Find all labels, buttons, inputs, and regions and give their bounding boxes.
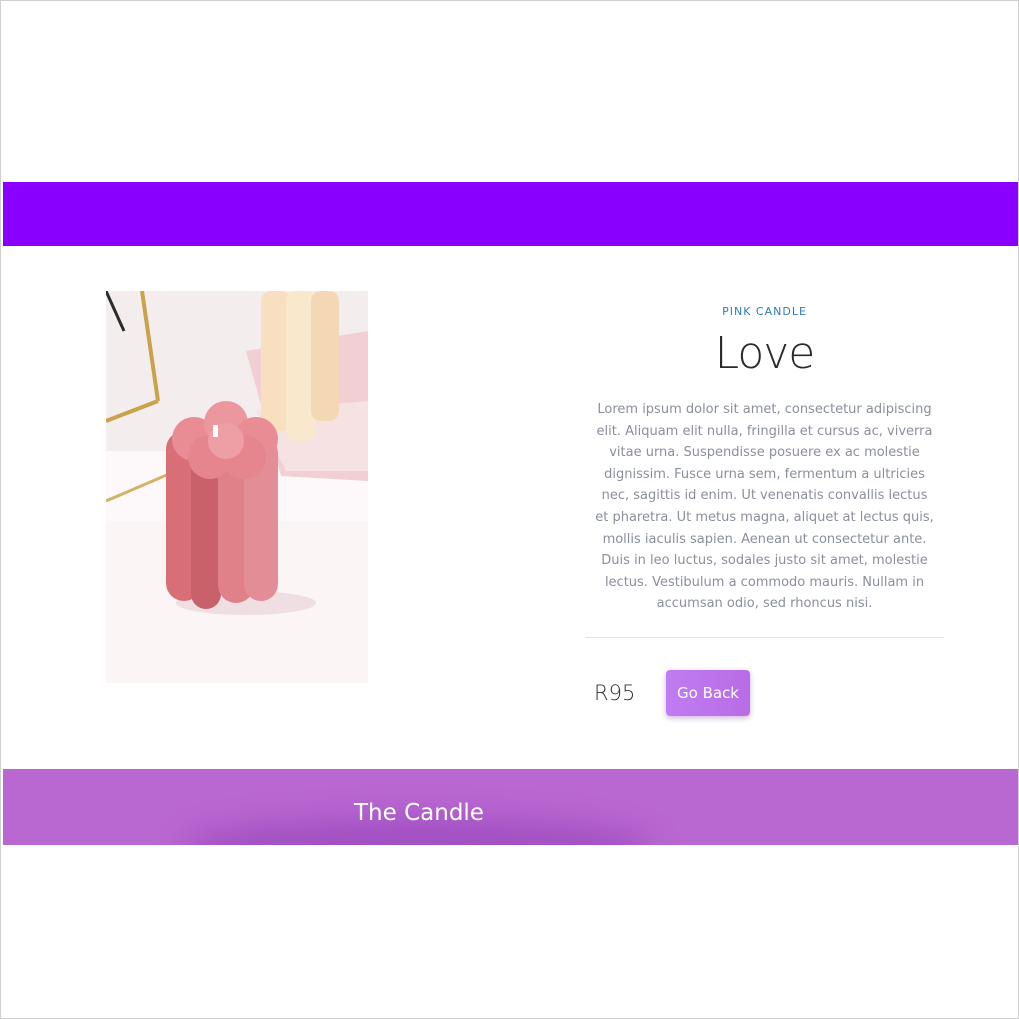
go-back-button[interactable]: Go Back bbox=[666, 670, 750, 716]
product-category: PINK CANDLE bbox=[722, 305, 807, 318]
product-details: PINK CANDLE Love Lorem ipsum dolor sit a… bbox=[585, 291, 944, 615]
pink-candle-photo-icon bbox=[106, 291, 368, 683]
divider bbox=[585, 637, 944, 638]
product-title: Love bbox=[714, 328, 816, 379]
product-description: Lorem ipsum dolor sit amet, consectetur … bbox=[595, 402, 934, 612]
page-frame: PINK CANDLE Love Lorem ipsum dolor sit a… bbox=[0, 0, 1019, 1019]
footer: The Candle bbox=[3, 769, 1018, 845]
top-bar bbox=[3, 182, 1018, 246]
footer-title: The Candle bbox=[354, 800, 484, 826]
product-price: R95 bbox=[594, 681, 636, 705]
product-image bbox=[106, 291, 368, 683]
